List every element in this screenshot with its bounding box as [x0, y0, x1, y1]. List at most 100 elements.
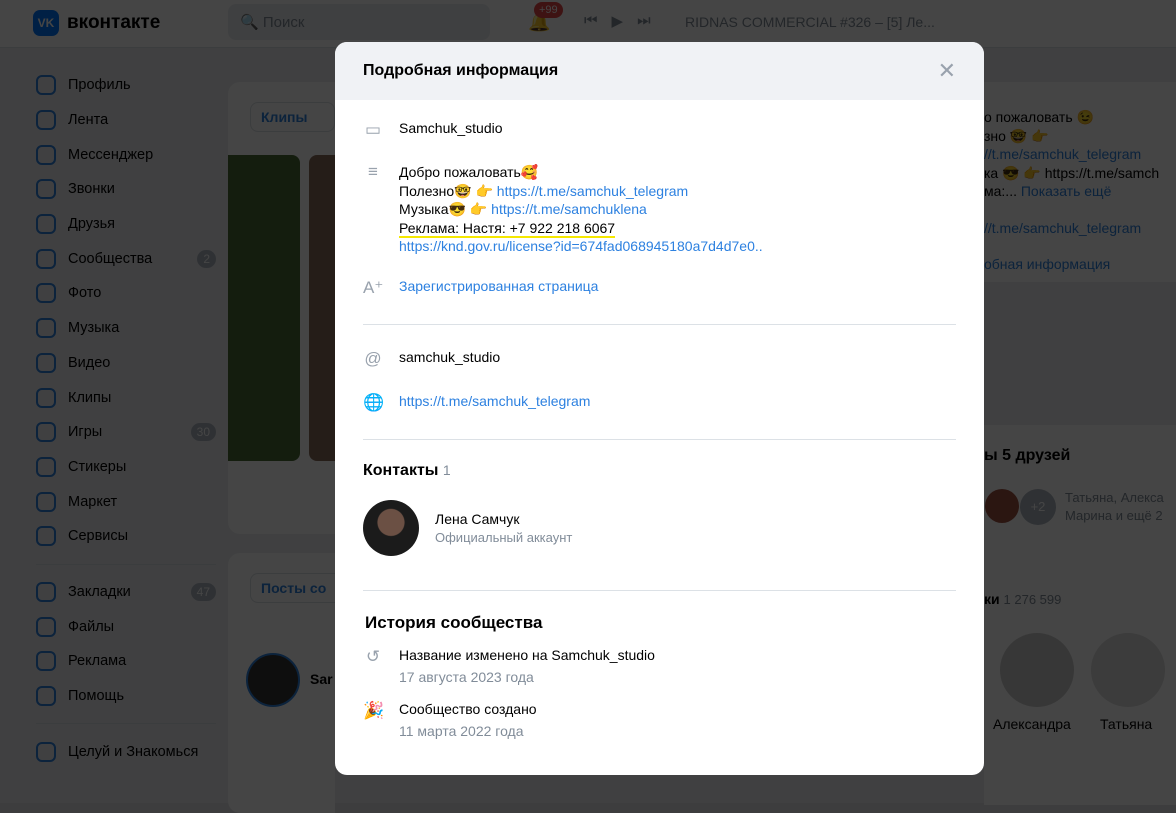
sidebar-item-label: Клипы	[68, 389, 112, 406]
member-name[interactable]: Татьяна	[1100, 716, 1152, 732]
history-date: 17 августа 2023 года	[399, 668, 534, 685]
desc-line: Музыка😎 👉	[399, 201, 492, 218]
post-avatar[interactable]	[246, 653, 300, 707]
details-modal: Подробная информация ✕ ▭ Samchuk_studio ≡ …	[335, 42, 984, 775]
sidebar-item[interactable]: Фото	[36, 276, 216, 311]
clips-card: Клипы	[228, 82, 335, 534]
sidebar-item[interactable]: Сообщества 2	[36, 241, 216, 276]
vk-logo[interactable]: VK вконтакте	[33, 10, 160, 36]
registered-link[interactable]: Зарегистрированная страница	[399, 278, 598, 294]
sidebar-item[interactable]: Реклама	[36, 644, 216, 679]
description-card: о пожаловать 😉 зно 🤓 👉 //t.me/samchuk_te…	[984, 82, 1176, 282]
sidebar-icon	[36, 651, 56, 672]
member-avatar[interactable]	[1091, 633, 1165, 707]
clip-thumb[interactable]	[228, 155, 300, 461]
sidebar-item-label: Закладки	[68, 583, 131, 600]
contacts-count: 1	[442, 461, 451, 478]
sidebar-item[interactable]: Закладки 47	[36, 575, 216, 610]
sidebar-item[interactable]: Лента	[36, 103, 216, 138]
text-icon: ≡	[368, 162, 378, 181]
sidebar-item-label: Маркет	[68, 493, 118, 510]
player-controls: ⏮ ▶ ⏭	[584, 12, 651, 30]
modal-header: Подробная информация ✕	[335, 42, 984, 100]
sidebar-icon	[36, 686, 56, 707]
sidebar-item[interactable]: Друзья	[36, 207, 216, 242]
sidebar-item-label: Игры	[68, 424, 103, 441]
sidebar-item[interactable]: Профиль	[36, 68, 216, 103]
sidebar-item[interactable]: Музыка	[36, 311, 216, 346]
prev-icon[interactable]: ⏮	[584, 12, 598, 30]
contact-name[interactable]: Лена Самчук	[435, 511, 572, 527]
desc-line: о пожаловать 😉	[984, 109, 1094, 125]
sidebar-item[interactable]: Игры 30	[36, 415, 216, 450]
sidebar-item[interactable]: Звонки	[36, 172, 216, 207]
sidebar-item[interactable]: Помощь	[36, 679, 216, 714]
sidebar-icon	[36, 179, 56, 200]
contact-avatar[interactable]	[363, 499, 419, 556]
sidebar-item[interactable]: Клипы	[36, 380, 216, 415]
telegram-link[interactable]: https://t.me/samchuk_telegram	[497, 183, 688, 199]
sidebar-icon	[36, 456, 56, 477]
history-text: Сообщество создано	[399, 700, 537, 717]
website-link[interactable]: https://t.me/samchuk_telegram	[399, 393, 590, 409]
sidebar-divider	[36, 563, 216, 565]
desc-link[interactable]: //t.me/samchuk_telegram	[984, 145, 1176, 164]
posts-tab[interactable]: Посты со	[250, 573, 335, 603]
music-link[interactable]: https://t.me/samchuklena	[491, 201, 647, 217]
sidebar-divider	[36, 723, 216, 725]
sidebar-item[interactable]: Целуй и Знакомься	[36, 734, 216, 769]
contact-role: Официальный аккаунт	[435, 529, 573, 545]
sidebar-item-label: Музыка	[68, 320, 120, 337]
sidebar-icon	[36, 387, 56, 408]
sidebar-item[interactable]: Стикеры	[36, 450, 216, 485]
sidebar-icon	[36, 283, 56, 304]
clip-thumb[interactable]	[309, 155, 335, 461]
sidebar-icon	[36, 318, 56, 339]
license-link[interactable]: https://knd.gov.ru/license?id=674fad0689…	[399, 237, 763, 256]
friends-names[interactable]: Татьяна, Алекса Марина и ещё 2	[1065, 489, 1176, 525]
sidebar-icon	[36, 526, 56, 547]
sidebar-icon	[36, 581, 56, 602]
friends-title: ы 5 друзей	[984, 447, 1071, 464]
sidebar-item-label: Фото	[68, 285, 102, 302]
sidebar-count: 47	[190, 582, 216, 601]
sidebar-item-label: Помощь	[68, 688, 125, 705]
at-icon: @	[364, 348, 382, 368]
member-avatar[interactable]	[1000, 633, 1074, 707]
sidebar-item-label: Сервисы	[68, 528, 129, 545]
notification-badge: +99	[534, 2, 563, 18]
sidebar-count: 30	[190, 423, 216, 442]
desc-line: ка 😎 👉 https://t.me/samch	[984, 164, 1160, 181]
sidebar-item-label: Звонки	[68, 181, 115, 198]
play-icon[interactable]: ▶	[612, 12, 624, 30]
history-text: Название изменено на Samchuk_studio	[399, 646, 655, 663]
sidebar-item-label: Сообщества	[68, 250, 153, 267]
registered-icon: A⁺	[363, 277, 384, 297]
next-icon[interactable]: ⏭	[637, 12, 651, 30]
search-input[interactable]: 🔍 Поиск	[228, 4, 490, 40]
sidebar-icon	[36, 248, 56, 269]
sidebar-item[interactable]: Мессенджер	[36, 137, 216, 172]
party-icon: 🎉	[363, 700, 385, 720]
show-more-link[interactable]: Показать ещё	[1021, 183, 1112, 199]
telegram-link[interactable]: //t.me/samchuk_telegram	[984, 219, 1176, 238]
id-icon: ▭	[364, 120, 382, 139]
contact-item[interactable]: Лена Самчук Официальный аккаунт	[335, 499, 984, 556]
sidebar-item[interactable]: Сервисы	[36, 519, 216, 554]
more-friends-badge[interactable]: +2	[1020, 489, 1056, 525]
contacts-title: Контакты	[363, 461, 439, 479]
sidebar-item[interactable]: Маркет	[36, 484, 216, 519]
clips-tab[interactable]: Клипы	[250, 102, 335, 132]
desc-line: зно 🤓 👉	[984, 127, 1049, 144]
ad-contact: Реклама: Настя: +7 922 218 6067	[399, 219, 616, 238]
sidebar-item-label: Друзья	[68, 216, 116, 233]
sidebar-item[interactable]: Видео	[36, 346, 216, 381]
close-icon[interactable]: ✕	[938, 58, 956, 84]
member-name[interactable]: Александра	[993, 716, 1071, 732]
post-author[interactable]: Sar	[310, 671, 333, 687]
sidebar-item-label: Стикеры	[68, 458, 127, 475]
sidebar-item[interactable]: Файлы	[36, 609, 216, 644]
sidebar-item-label: Реклама	[68, 653, 127, 670]
track-title[interactable]: RIDNAS COMMERCIAL #326 – [5] Ле...	[685, 14, 935, 30]
more-info-link[interactable]: обная информация	[984, 255, 1176, 274]
